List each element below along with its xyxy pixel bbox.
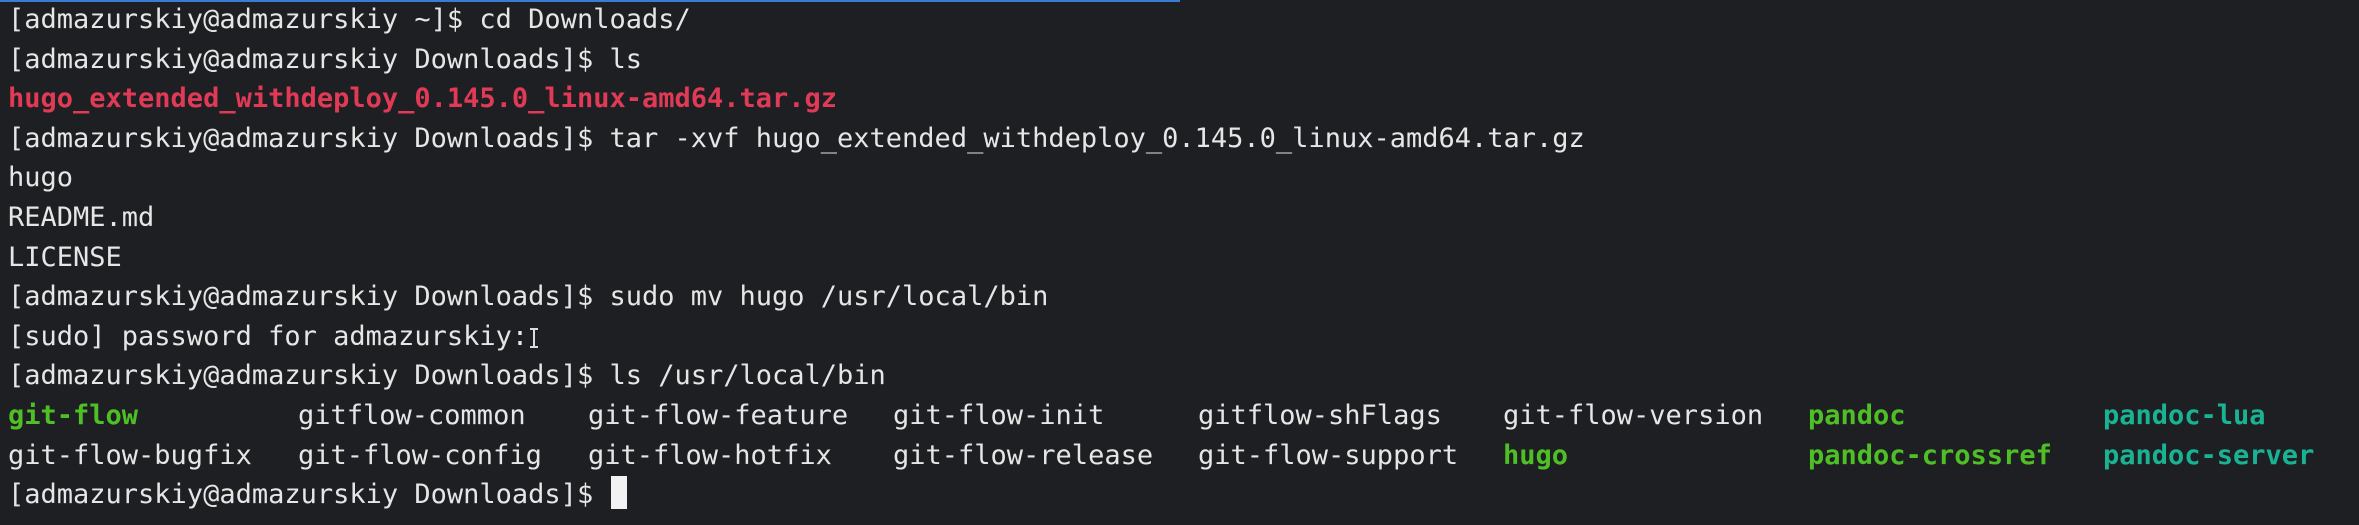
listing-item: git-flow-init [893, 399, 1105, 431]
terminal-line-1: [admazurskiy@admazurskiy ~]$ cd Download… [8, 0, 2351, 40]
command-text: ls [609, 43, 642, 75]
window-top-edge [0, 0, 1180, 2]
shell-prompt: [admazurskiy@admazurskiy Downloads]$ [8, 360, 610, 392]
block-cursor-icon [611, 476, 628, 510]
listing-item: gitflow-shFlags [1198, 399, 1442, 431]
listing-item: git-flow-version [1503, 399, 1764, 431]
listing-item: gitflow-common [298, 399, 526, 431]
listing-item: hugo [1503, 439, 1569, 471]
text-cursor-icon [529, 327, 539, 349]
listing-item: pandoc-server [2103, 439, 2315, 471]
listing-item: git-flow-support [1198, 439, 1459, 471]
archive-file-output: hugo_extended_withdeploy_0.145.0_linux-a… [8, 83, 838, 115]
terminal-window[interactable]: [admazurskiy@admazurskiy ~]$ cd Download… [0, 0, 2359, 525]
command-text: cd Downloads/ [479, 4, 691, 35]
directory-listing-row-2: git-flow-bugfix git-flow-config git-flow… [8, 436, 2351, 476]
listing-item: pandoc-crossref [1808, 439, 2052, 471]
command-text: sudo mv hugo /usr/local/bin [609, 281, 1049, 313]
terminal-line-4: [admazurskiy@admazurskiy Downloads]$ tar… [8, 119, 2351, 159]
listing-item: pandoc-lua [2103, 399, 2266, 431]
listing-item: git-flow [8, 399, 139, 431]
shell-prompt: [admazurskiy@admazurskiy Downloads]$ [8, 122, 610, 154]
sudo-password-prompt: [sudo] password for admazurskiy: [8, 320, 529, 352]
terminal-line-8: [admazurskiy@admazurskiy Downloads]$ sud… [8, 277, 2351, 317]
listing-item: git-flow-release [893, 439, 1154, 471]
listing-item: git-flow-config [298, 439, 542, 471]
listing-item: git-flow-feature [588, 399, 849, 431]
listing-item: git-flow-bugfix [8, 439, 252, 471]
command-text: tar -xvf hugo_extended_withdeploy_0.145.… [609, 122, 1585, 154]
shell-prompt: [admazurskiy@admazurskiy Downloads]$ [8, 43, 610, 75]
shell-prompt: [admazurskiy@admazurskiy ~]$ [8, 4, 480, 35]
listing-item: pandoc [1808, 399, 1906, 431]
terminal-line-10: [admazurskiy@admazurskiy Downloads]$ ls … [8, 356, 2351, 396]
shell-prompt: [admazurskiy@admazurskiy Downloads]$ [8, 479, 610, 511]
directory-listing-row-1: git-flow gitflow-common git-flow-feature… [8, 396, 2351, 436]
listing-item: git-flow-hotfix [588, 439, 832, 471]
command-output: hugo [8, 162, 74, 194]
terminal-line-2: [admazurskiy@admazurskiy Downloads]$ ls [8, 40, 2351, 80]
sudo-password-line: [sudo] password for admazurskiy: [8, 317, 2351, 357]
shell-prompt: [admazurskiy@admazurskiy Downloads]$ [8, 281, 610, 313]
command-text: ls /usr/local/bin [609, 360, 886, 392]
command-output: LICENSE [8, 241, 122, 273]
command-output: README.md [8, 201, 155, 233]
active-prompt-line[interactable]: [admazurskiy@admazurskiy Downloads]$ [8, 475, 2351, 515]
